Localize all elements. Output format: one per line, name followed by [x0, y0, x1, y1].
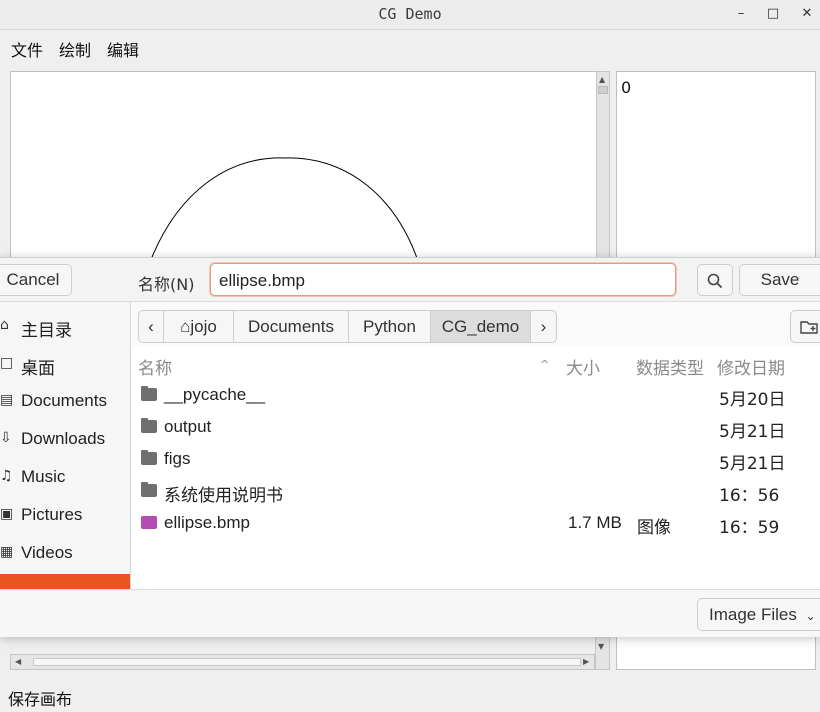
sidebar-item-label: Pictures: [21, 505, 83, 524]
sidebar-item-pictures[interactable]: ▣ Pictures: [0, 497, 130, 533]
file-row[interactable]: output 5月21日: [132, 411, 820, 443]
places-sidebar: ⌂ 主目录 □ 桌面 ▤ Documents ⇩ Downloads ♫ Mus…: [0, 302, 131, 589]
file-row[interactable]: figs 5月21日: [132, 443, 820, 475]
sidebar-item-label: 主目录: [21, 321, 72, 340]
dialog-footer: Image Files ⌄: [0, 589, 820, 637]
filename-label: 名称(N): [138, 275, 195, 294]
file-name: 系统使用说明书: [164, 486, 283, 505]
scroll-up-icon[interactable]: ▲: [599, 75, 605, 84]
save-file-dialog: Cancel 名称(N) ellipse.bmp Save ⌂ 主目录 □ 桌面…: [0, 257, 820, 637]
path-forward-button[interactable]: ›: [530, 310, 557, 343]
file-row[interactable]: 系统使用说明书 16：56: [132, 475, 820, 507]
downloads-icon: ⇩: [0, 430, 12, 446]
folder-icon: [141, 386, 157, 401]
videos-icon: ▦: [0, 544, 14, 560]
side-text-panel-bottom[interactable]: [616, 636, 816, 670]
sidebar-item-cg-demo-selected[interactable]: [0, 574, 130, 589]
menu-edit[interactable]: 编辑: [107, 37, 139, 61]
pictures-icon: ▣: [0, 506, 14, 522]
file-modified: 16：59: [719, 518, 780, 538]
minimize-button[interactable]: –: [731, 4, 751, 24]
sidebar-item-label: Videos: [21, 543, 73, 562]
new-folder-icon: [800, 321, 818, 334]
menu-file[interactable]: 文件: [11, 37, 43, 61]
home-icon: ⌂: [0, 317, 9, 333]
scroll-right-icon[interactable]: ▶: [583, 657, 589, 666]
dialog-header: Cancel 名称(N) ellipse.bmp Save: [0, 258, 820, 302]
sidebar-item-label: 桌面: [21, 359, 55, 378]
file-row[interactable]: __pycache__ 5月20日: [132, 379, 820, 411]
filename-input[interactable]: ellipse.bmp: [210, 263, 676, 296]
file-modified: 5月20日: [719, 390, 786, 410]
desktop-icon: □: [0, 355, 14, 371]
ellipse-shape: [146, 157, 422, 271]
path-back-button[interactable]: ‹: [138, 310, 164, 343]
sidebar-item-downloads[interactable]: ⇩ Downloads: [0, 421, 130, 457]
path-segment-cg-demo[interactable]: CG_demo: [430, 310, 531, 343]
canvas-vertical-scrollbar[interactable]: ▲: [596, 71, 610, 271]
status-bar-text: 保存画布: [8, 690, 73, 709]
folder-icon: [141, 418, 157, 433]
path-segment-documents[interactable]: Documents: [233, 310, 349, 343]
search-icon: [707, 273, 723, 289]
file-type-filter-dropdown[interactable]: Image Files ⌄: [697, 598, 820, 631]
maximize-button[interactable]: □: [763, 4, 783, 24]
search-button[interactable]: [697, 264, 733, 296]
horizontal-scroll-thumb[interactable]: [33, 658, 581, 666]
image-file-icon: [141, 516, 157, 529]
file-row[interactable]: ellipse.bmp 1.7 MB 图像 16：59: [132, 507, 820, 539]
sidebar-item-label: Music: [21, 467, 66, 486]
folder-icon: [141, 482, 157, 497]
save-button[interactable]: Save: [739, 264, 820, 296]
scroll-left-icon[interactable]: ◀: [15, 657, 21, 666]
window-title: CG Demo: [378, 5, 442, 23]
sidebar-item-label: Documents: [21, 391, 107, 410]
path-segment-python[interactable]: Python: [348, 310, 431, 343]
close-button[interactable]: ✕: [797, 4, 817, 24]
drawing-canvas[interactable]: [10, 71, 597, 271]
folder-icon: [141, 450, 157, 465]
canvas-horizontal-scrollbar[interactable]: ◀ ▶: [10, 654, 595, 670]
path-segment-home[interactable]: ⌂jojo: [163, 310, 234, 343]
sidebar-item-label: Downloads: [21, 429, 106, 448]
file-name: output: [164, 417, 212, 436]
sidebar-item-desktop[interactable]: □ 桌面: [0, 346, 130, 382]
sidebar-item-home[interactable]: ⌂ 主目录: [0, 308, 130, 344]
file-name: ellipse.bmp: [164, 513, 250, 532]
new-folder-button[interactable]: [790, 310, 820, 343]
sort-ascending-icon[interactable]: ^: [540, 358, 549, 371]
scroll-down-icon[interactable]: ▼: [598, 642, 604, 651]
cancel-button[interactable]: Cancel: [0, 264, 72, 296]
sidebar-item-music[interactable]: ♫ Music: [0, 459, 130, 495]
canvas-vertical-scrollbar-bottom[interactable]: ▼: [595, 636, 610, 670]
side-panel-value: 0: [621, 78, 632, 97]
scroll-thumb[interactable]: [598, 86, 608, 94]
file-type: 图像: [637, 518, 671, 538]
documents-icon: ▤: [0, 392, 14, 408]
column-header-type[interactable]: 数据类型: [636, 354, 704, 379]
file-list: 名称 ^ 大小 数据类型 修改日期 __pycache__ 5月20日 outp…: [132, 346, 820, 589]
file-modified: 5月21日: [719, 454, 786, 474]
home-icon: ⌂: [180, 317, 191, 336]
file-name: __pycache__: [164, 385, 266, 404]
column-header-size[interactable]: 大小: [566, 354, 600, 379]
menu-draw[interactable]: 绘制: [59, 37, 91, 61]
path-segment-label: jojo: [190, 317, 217, 336]
title-bar: CG Demo – □ ✕: [0, 0, 820, 30]
column-header-name[interactable]: 名称: [138, 354, 172, 379]
sidebar-item-videos[interactable]: ▦ Videos: [0, 535, 130, 571]
file-modified: 16：56: [719, 486, 780, 506]
file-modified: 5月21日: [719, 422, 786, 442]
music-icon: ♫: [0, 468, 13, 484]
chevron-down-icon: ⌄: [805, 609, 816, 623]
file-size: 1.7 MB: [568, 513, 622, 532]
menu-bar: 文件 绘制 编辑: [0, 31, 820, 63]
sidebar-item-documents[interactable]: ▤ Documents: [0, 383, 130, 419]
file-name: figs: [164, 449, 191, 468]
column-header-modified[interactable]: 修改日期: [717, 354, 785, 379]
side-text-panel[interactable]: 0: [616, 71, 816, 271]
filter-label: Image Files: [709, 605, 797, 624]
